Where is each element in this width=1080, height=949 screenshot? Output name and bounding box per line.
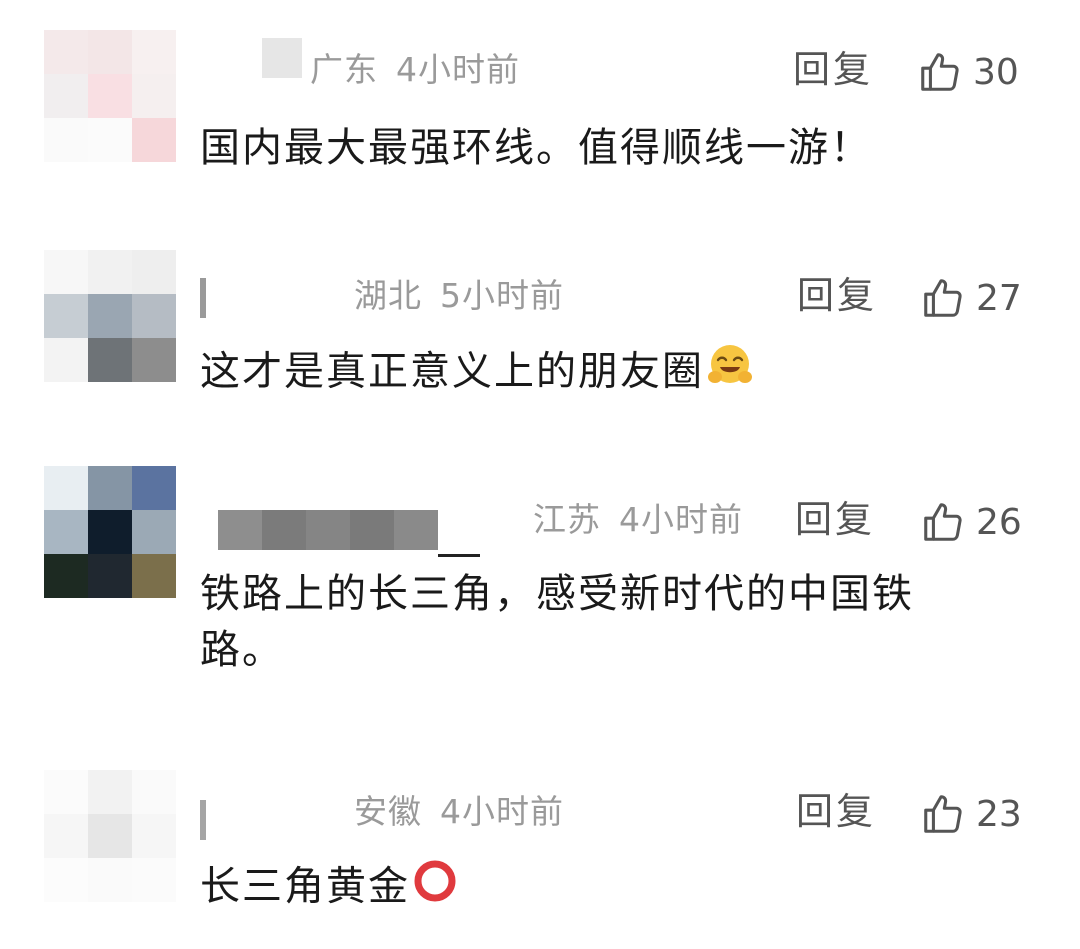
- comment-time: 4小时前: [440, 792, 564, 831]
- hollow-red-circle-emoji: [412, 858, 458, 919]
- comment-text: 铁路上的长三角，感受新时代的中国铁路。: [200, 566, 975, 678]
- comment-time: 4小时前: [396, 50, 520, 89]
- reply-button[interactable]: 回复: [797, 274, 877, 318]
- comment-location: 江苏: [533, 500, 601, 539]
- reply-button[interactable]: 回复: [795, 498, 875, 542]
- comment-text: 长三角黄金: [200, 858, 1000, 919]
- like-count: 27: [976, 277, 1022, 319]
- comment-text: 这才是真正意义上的朋友圈: [200, 342, 1000, 405]
- reply-button[interactable]: 回复: [796, 790, 876, 834]
- username-pixelated[interactable]: [200, 278, 206, 318]
- like-count: 23: [976, 793, 1022, 835]
- like-button[interactable]: 26: [920, 498, 1022, 546]
- hugging-face-emoji: [706, 342, 754, 405]
- like-button[interactable]: 23: [920, 790, 1022, 838]
- thumbs-up-icon: [924, 795, 962, 833]
- comment-location: 湖北: [354, 276, 422, 315]
- comment-text-content: 铁路上的长三角，感受新时代的中国铁路。: [200, 571, 914, 673]
- thumbs-up-icon: [924, 503, 962, 541]
- comment-location: 广东: [310, 50, 378, 89]
- comment-meta: 湖北 5小时前: [354, 276, 564, 316]
- username-pixelated[interactable]: [262, 38, 302, 78]
- like-button[interactable]: 27: [920, 274, 1022, 322]
- comment-time: 4小时前: [619, 500, 743, 539]
- thumbs-up-icon: [921, 53, 959, 91]
- comment-meta: 安徽 4小时前: [354, 792, 564, 832]
- avatar[interactable]: [44, 250, 176, 382]
- avatar[interactable]: [44, 770, 176, 902]
- comment-text-content: 长三角黄金: [200, 863, 410, 910]
- like-count: 26: [976, 501, 1022, 543]
- reply-button[interactable]: 回复: [793, 48, 873, 92]
- avatar[interactable]: [44, 466, 176, 598]
- comment-text-content: 国内最大最强环线。值得顺线一游！: [200, 125, 872, 171]
- comment-meta: 广东 4小时前: [310, 50, 520, 90]
- comment-meta: 江苏 4小时前: [533, 500, 743, 540]
- like-button[interactable]: 30: [917, 48, 1019, 96]
- comment-time: 5小时前: [440, 276, 564, 315]
- username-pixelated[interactable]: [200, 800, 206, 840]
- comment-location: 安徽: [354, 792, 422, 831]
- comment-text: 国内最大最强环线。值得顺线一游！: [200, 120, 1000, 176]
- username-underline: [438, 554, 480, 557]
- like-count: 30: [973, 51, 1019, 93]
- thumbs-up-icon: [924, 279, 962, 317]
- avatar[interactable]: [44, 30, 176, 162]
- username-pixelated[interactable]: [218, 510, 438, 550]
- comment-text-content: 这才是真正意义上的朋友圈: [200, 348, 704, 395]
